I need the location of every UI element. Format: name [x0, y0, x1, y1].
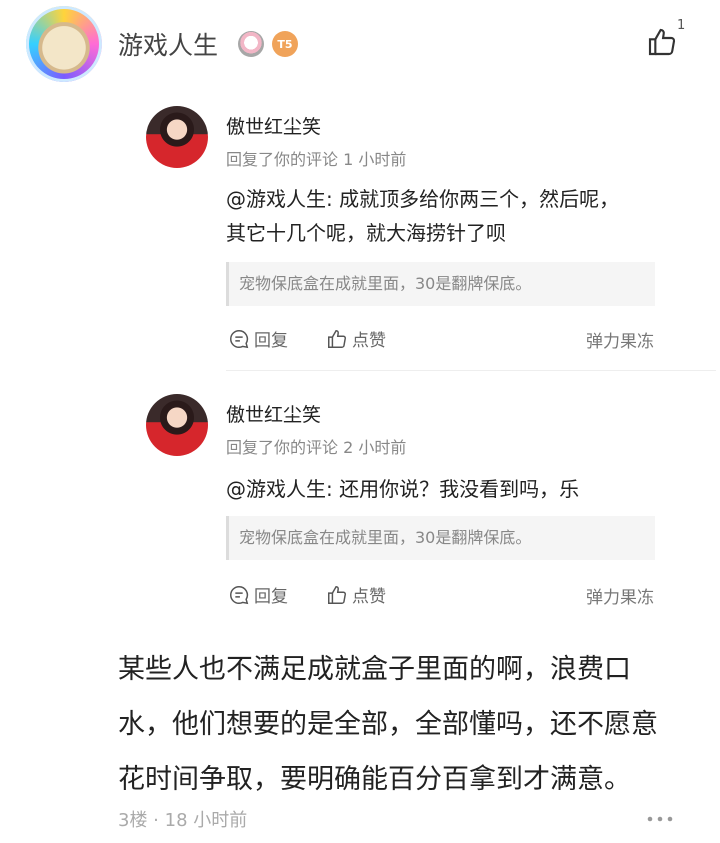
like-button[interactable]: 点赞	[326, 326, 386, 351]
thumbs-up-icon	[328, 585, 346, 604]
reply-button-label: 回复	[254, 587, 288, 607]
like-button-label: 点赞	[352, 587, 386, 607]
author-name[interactable]: 游戏人生	[118, 26, 218, 62]
main-comment-line: 某些人也不满足成就盒子里面的啊，浪费口	[118, 654, 631, 685]
reply-avatar[interactable]	[146, 394, 208, 456]
level-badge-label: T5	[277, 37, 293, 51]
source-label: 弹力果冻	[586, 588, 654, 608]
source-label: 弹力果冻	[586, 332, 654, 352]
thumbs-up-icon	[328, 329, 346, 348]
floor-meta: 3楼 · 18 小时前	[118, 810, 248, 831]
main-comment: 某些人也不满足成就盒子里面的啊，浪费口 水，他们想要的是全部，全部懂吗，还不愿意…	[118, 642, 688, 807]
like-count: 1	[677, 18, 686, 33]
quoted-comment[interactable]: 宠物保底盒在成就里面，30是翻牌保底。	[226, 516, 655, 560]
like-button[interactable]: 点赞	[326, 582, 386, 607]
reply-text-line: @游戏人生: 成就顶多给你两三个，然后呢，	[226, 187, 620, 211]
main-comment-line: 花时间争取，要明确能百分百拿到才满意。	[118, 764, 631, 795]
reply-button[interactable]: 回复	[228, 326, 288, 351]
reply-author-name[interactable]: 傲世红尘笑	[226, 112, 321, 139]
more-icon[interactable]	[646, 814, 674, 824]
reply-avatar[interactable]	[146, 106, 208, 168]
thumbs-up-icon[interactable]	[646, 26, 678, 58]
reply-author-name[interactable]: 傲世红尘笑	[226, 400, 321, 427]
quoted-comment[interactable]: 宠物保底盒在成就里面，30是翻牌保底。	[226, 262, 655, 306]
main-comment-line: 水，他们想要的是全部，全部懂吗，还不愿意	[118, 709, 658, 740]
reply-meta: 回复了你的评论 2 小时前	[226, 438, 407, 457]
like-button-label: 点赞	[352, 331, 386, 351]
reply-button-label: 回复	[254, 331, 288, 351]
reply-text-line: 其它十几个呢，就大海捞针了呗	[226, 221, 506, 245]
divider	[226, 370, 716, 371]
anime-badge-icon	[238, 31, 264, 57]
reply-meta: 回复了你的评论 1 小时前	[226, 150, 407, 169]
comment-icon	[230, 585, 249, 604]
reply-text-line: @游戏人生: 还用你说？我没看到吗，乐	[226, 477, 580, 501]
level-badge: T5	[272, 31, 298, 57]
comment-icon	[230, 329, 249, 348]
reply-button[interactable]: 回复	[228, 582, 288, 607]
author-avatar[interactable]	[26, 6, 102, 82]
